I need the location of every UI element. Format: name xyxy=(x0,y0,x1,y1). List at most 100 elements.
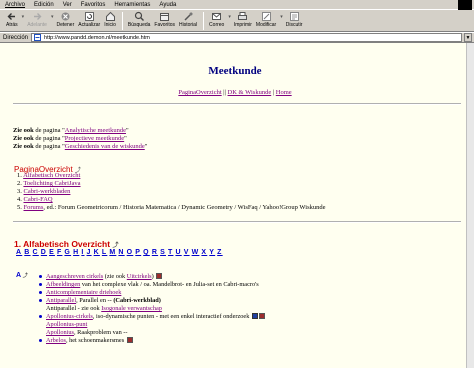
address-input[interactable]: http://www.pandd.demon.nl/meetkunde.htm xyxy=(31,33,462,42)
letter-a-heading: A ⤴ xyxy=(16,272,28,279)
alphabet-link-a[interactable]: A xyxy=(16,249,22,256)
address-dropdown-button[interactable]: ▼ xyxy=(464,33,472,42)
vertical-scrollbar[interactable] xyxy=(466,43,474,368)
alphabet-link-t[interactable]: T xyxy=(168,249,173,256)
alphabet-link-d[interactable]: D xyxy=(41,249,47,256)
favorites-icon xyxy=(159,11,170,22)
item-text: (zie ook xyxy=(103,273,127,280)
nav-home-link[interactable]: Home xyxy=(276,89,292,96)
edit-label: Modificar xyxy=(255,22,277,28)
alphabet-link-e[interactable]: E xyxy=(49,249,55,256)
mail-button[interactable]: Correo xyxy=(209,10,224,32)
page-icon xyxy=(34,34,42,41)
stop-button[interactable]: Detener xyxy=(56,10,74,32)
item-link[interactable]: Apollonius xyxy=(46,329,74,336)
nav-separator: | xyxy=(272,89,275,96)
alphabet-link-x[interactable]: X xyxy=(201,249,207,256)
alphabet-link-y[interactable]: Y xyxy=(209,249,215,256)
chevron-down-icon: ▼ xyxy=(465,34,471,41)
item-link[interactable]: Afbeeldingen xyxy=(46,281,80,288)
item-link[interactable]: Anticomplementaire driehoek xyxy=(46,289,121,296)
menu-edicion[interactable]: Edición xyxy=(34,0,54,10)
address-url: http://www.pandd.demon.nl/meetkunde.htm xyxy=(44,34,150,41)
interactive-icon[interactable] xyxy=(251,313,258,319)
page-anchor-icon[interactable]: ⤴ xyxy=(112,240,118,249)
alphabet-link-z[interactable]: Z xyxy=(217,249,222,256)
alphabet-link-f[interactable]: F xyxy=(57,249,62,256)
nav-dk-wiskunde-link[interactable]: DK & Wiskunde xyxy=(228,89,272,96)
mail-dropdown-icon[interactable]: ▾ xyxy=(228,14,231,20)
mail-icon xyxy=(211,11,222,22)
forward-dropdown-icon[interactable]: ▾ xyxy=(51,14,54,20)
menu-herramientas[interactable]: Herramientas xyxy=(114,0,150,10)
item-link[interactable]: Arbelos xyxy=(46,337,66,344)
toc-link-werkbladen[interactable]: Cabri-werkbladen xyxy=(24,188,71,195)
item-text: van het complexe vlak / oa. Mandelbrot- … xyxy=(80,281,259,288)
item-link[interactable]: Apollonius-punt xyxy=(46,321,87,328)
document-icon[interactable] xyxy=(126,337,133,343)
see-also-geschiedenis-link[interactable]: Geschiedenis van de wiskunde xyxy=(65,143,145,150)
document-icon[interactable] xyxy=(156,273,163,279)
back-dropdown-icon[interactable]: ▾ xyxy=(22,14,25,20)
divider xyxy=(13,103,461,105)
discuss-button[interactable]: Discutir xyxy=(286,10,302,32)
alphabet-link-k[interactable]: K xyxy=(94,249,100,256)
favorites-button[interactable]: Favoritos xyxy=(154,10,175,32)
alphabet-link-n[interactable]: N xyxy=(118,249,124,256)
search-button[interactable]: Búsqueda xyxy=(128,10,150,32)
edit-dropdown-icon[interactable]: ▾ xyxy=(280,14,283,20)
see-also-projectieve-link[interactable]: Projectieve meetkunde xyxy=(65,135,124,142)
alphabet-link-u[interactable]: U xyxy=(175,249,181,256)
item-link[interactable]: Isogonale verwantschap xyxy=(101,305,162,312)
alphabet-link-o[interactable]: O xyxy=(127,249,134,256)
toc-link-alfabetisch[interactable]: Alfabetisch Overzicht xyxy=(23,172,80,179)
alphabet-link-w[interactable]: W xyxy=(192,249,200,256)
item-link[interactable]: Apollonius-cirkels xyxy=(46,313,93,320)
item-link[interactable]: Antiparallel xyxy=(46,297,76,304)
see-also-analytische-link[interactable]: Analytische meetkunde xyxy=(65,127,126,134)
page-anchor-icon[interactable]: ⤴ xyxy=(23,273,28,279)
search-icon xyxy=(134,11,145,22)
toc-link-faq[interactable]: Cabri-FAQ xyxy=(24,196,53,203)
page-title: Meetkunde xyxy=(208,65,262,77)
toc-rest: , ed.: Forum Geometricorum / Historia Ma… xyxy=(43,204,326,211)
list-subitem: Antiparallel - zie ook Isogonale verwant… xyxy=(46,305,456,313)
menu-archivo[interactable]: Archivo xyxy=(5,0,25,10)
menu-ver[interactable]: Ver xyxy=(63,0,72,10)
nav-paginaoverzicht-link[interactable]: PaginaOverzicht xyxy=(178,89,221,96)
menu-ayuda[interactable]: Ayuda xyxy=(159,0,176,10)
alphabet-link-p[interactable]: P xyxy=(135,249,141,256)
menu-favoritos[interactable]: Favoritos xyxy=(81,0,106,10)
item-link[interactable]: Aangeschreven cirkels xyxy=(46,273,103,280)
alphabet-link-m[interactable]: M xyxy=(109,249,116,256)
alphabet-link-q[interactable]: Q xyxy=(143,249,150,256)
print-button[interactable]: Imprimir xyxy=(234,10,252,32)
alphabet-link-s[interactable]: S xyxy=(160,249,166,256)
bullet xyxy=(39,339,42,342)
forward-button[interactable]: Adelante xyxy=(27,10,47,32)
bullet xyxy=(39,283,42,286)
alphabet-link-c[interactable]: C xyxy=(33,249,39,256)
alphabet-link-l[interactable]: L xyxy=(102,249,107,256)
alphabet-link-r[interactable]: R xyxy=(152,249,158,256)
list-item: 1. Alfabetisch Overzicht xyxy=(17,172,326,180)
item-text: ) xyxy=(151,273,154,280)
history-button[interactable]: Historial xyxy=(179,10,197,32)
alphabet-link-j[interactable]: J xyxy=(87,249,92,256)
document-icon[interactable] xyxy=(258,313,265,319)
item-link[interactable]: Uitcirkels xyxy=(127,273,152,280)
item-text: , Raakproblem van -- xyxy=(74,329,128,336)
list-item: Aangeschreven cirkels (zie ook Uitcirkel… xyxy=(39,273,456,281)
alphabet-link-b[interactable]: B xyxy=(24,249,30,256)
nav-separator: || xyxy=(223,89,226,96)
toc-link-forums[interactable]: Forums xyxy=(24,204,44,211)
back-button[interactable]: Atrás xyxy=(6,10,18,32)
refresh-button[interactable]: Actualizar xyxy=(78,10,100,32)
alphabet-link-h[interactable]: H xyxy=(73,249,79,256)
alphabet-link-g[interactable]: G xyxy=(64,249,71,256)
alphabet-link-v[interactable]: V xyxy=(184,249,190,256)
alphabet-link-i[interactable]: I xyxy=(81,249,84,256)
toc-link-cabrijava[interactable]: Toelichting CabriJava xyxy=(23,180,80,187)
home-button[interactable]: Inicio xyxy=(104,10,116,32)
edit-button[interactable]: Modificar xyxy=(256,10,276,32)
